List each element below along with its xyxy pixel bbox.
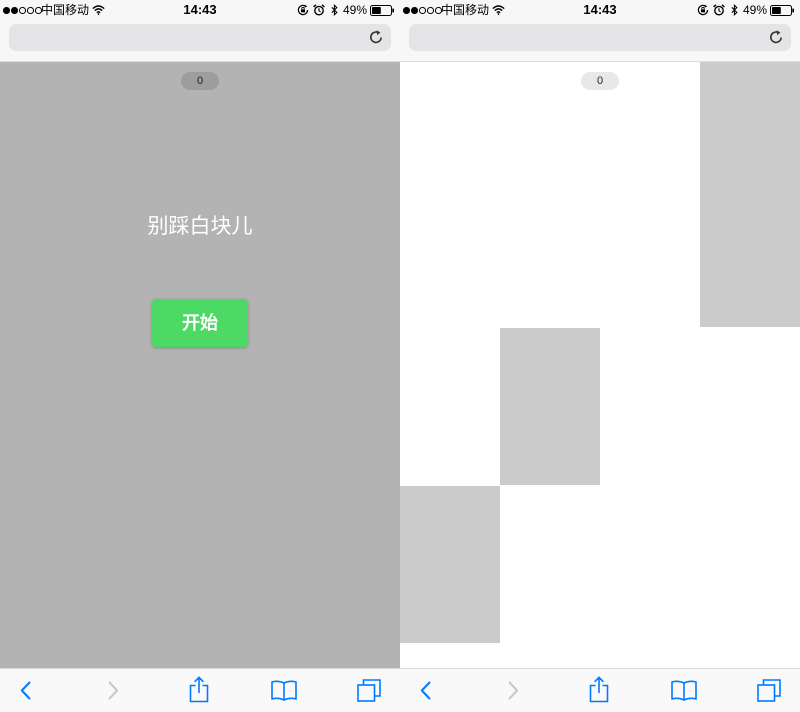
tabs-icon[interactable] — [357, 679, 381, 702]
bluetooth-icon — [731, 4, 738, 16]
share-icon[interactable] — [589, 676, 609, 703]
signal-dot — [427, 7, 434, 14]
wifi-icon — [92, 5, 105, 15]
orientation-lock-icon — [697, 4, 709, 16]
battery-percentage: 49% — [343, 3, 368, 17]
score-badge: 0 — [581, 72, 619, 90]
signal-dot — [19, 7, 26, 14]
forward-icon[interactable] — [508, 681, 519, 700]
status-time: 14:43 — [583, 2, 617, 17]
bookmarks-icon[interactable] — [271, 680, 297, 701]
signal-strength-indicator — [3, 7, 42, 14]
tabs-icon[interactable] — [757, 679, 781, 702]
browser-nav-bar — [400, 20, 800, 62]
refresh-icon[interactable] — [368, 29, 384, 45]
game-start-overlay: 0 别踩白块儿 开始 — [0, 62, 400, 668]
alarm-icon — [713, 4, 725, 16]
phone-screen-game: 中国移动 14:43 49% 0 — [400, 0, 800, 712]
start-button[interactable]: 开始 — [152, 299, 248, 347]
share-icon[interactable] — [189, 676, 209, 703]
game-tile[interactable] — [700, 62, 800, 327]
browser-nav-bar — [0, 20, 400, 62]
refresh-icon[interactable] — [768, 29, 784, 45]
signal-dot — [419, 7, 426, 14]
address-bar[interactable] — [409, 24, 791, 51]
phone-screen-start: 中国移动 14:43 49% 0 别踩白块儿 开始 — [0, 0, 400, 712]
carrier-name: 中国移动 — [41, 3, 90, 17]
game-tile[interactable] — [500, 328, 600, 485]
bluetooth-icon — [331, 4, 338, 16]
wifi-icon — [492, 5, 505, 15]
battery-icon — [370, 5, 395, 16]
signal-dot — [11, 7, 18, 14]
signal-dot — [411, 7, 418, 14]
bookmarks-icon[interactable] — [671, 680, 697, 701]
back-icon[interactable] — [420, 681, 431, 700]
carrier-name: 中国移动 — [441, 3, 490, 17]
battery-percentage: 49% — [743, 3, 768, 17]
address-bar[interactable] — [9, 24, 391, 51]
back-icon[interactable] — [20, 681, 31, 700]
signal-strength-indicator — [403, 7, 442, 14]
signal-dot — [403, 7, 410, 14]
score-badge: 0 — [181, 72, 219, 90]
game-tile[interactable] — [400, 486, 500, 643]
forward-icon[interactable] — [108, 681, 119, 700]
battery-icon — [770, 5, 795, 16]
battery-level-fill — [772, 7, 781, 14]
game-title: 别踩白块儿 — [147, 215, 253, 238]
game-board: 0 — [400, 62, 800, 668]
status-time: 14:43 — [183, 2, 217, 17]
browser-toolbar — [0, 668, 400, 712]
orientation-lock-icon — [297, 4, 309, 16]
browser-toolbar — [400, 668, 800, 712]
battery-level-fill — [372, 7, 381, 14]
signal-dot — [27, 7, 34, 14]
alarm-icon — [313, 4, 325, 16]
status-bar: 中国移动 14:43 49% — [400, 0, 800, 20]
status-bar: 中国移动 14:43 49% — [0, 0, 400, 20]
signal-dot — [3, 7, 10, 14]
